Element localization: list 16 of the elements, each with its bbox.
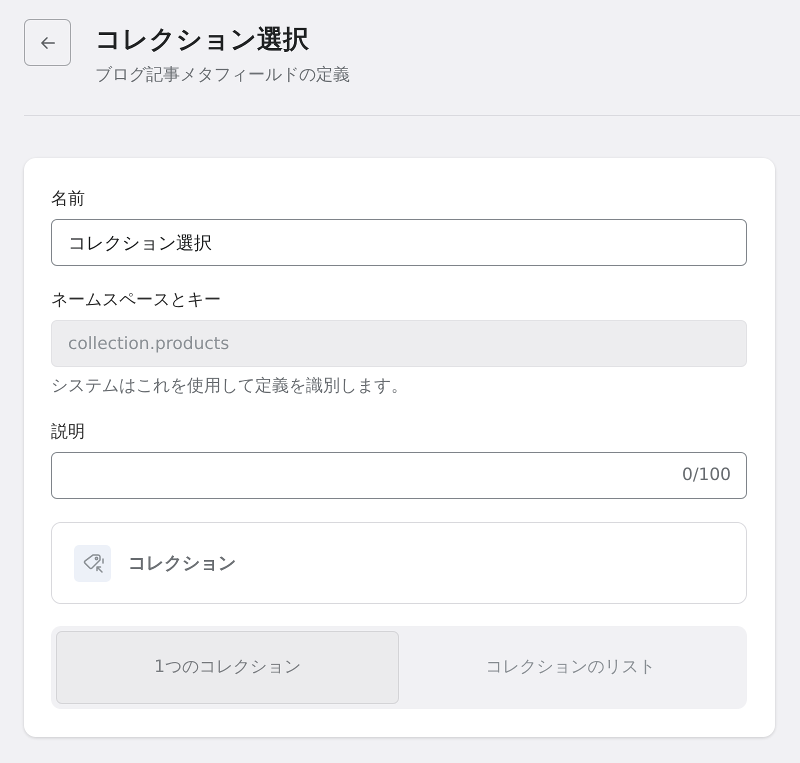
arrow-left-icon xyxy=(40,36,54,48)
character-counter: 0/100 xyxy=(682,464,731,486)
text-field[interactable]: コレクション選択 xyxy=(51,219,747,266)
field-label: 説明 xyxy=(51,421,85,444)
back-button[interactable] xyxy=(24,19,71,66)
option-tab[interactable]: コレクションのリスト xyxy=(399,631,742,704)
page-title: コレクション選択 xyxy=(95,24,309,57)
tag-icon xyxy=(74,544,111,582)
help-text: システムはこれを使用して定義を識別します。 xyxy=(51,375,408,398)
collection-type-label: コレクション xyxy=(128,552,236,576)
field-label: ネームスペースとキー xyxy=(51,289,221,312)
description-field[interactable] xyxy=(51,452,747,499)
option-tab[interactable]: 1つのコレクション xyxy=(56,631,399,704)
type-card[interactable]: コレクション xyxy=(51,522,747,604)
field-label: 名前 xyxy=(51,188,85,211)
page-subtitle: ブログ記事メタフィールドの定義 xyxy=(95,64,350,87)
